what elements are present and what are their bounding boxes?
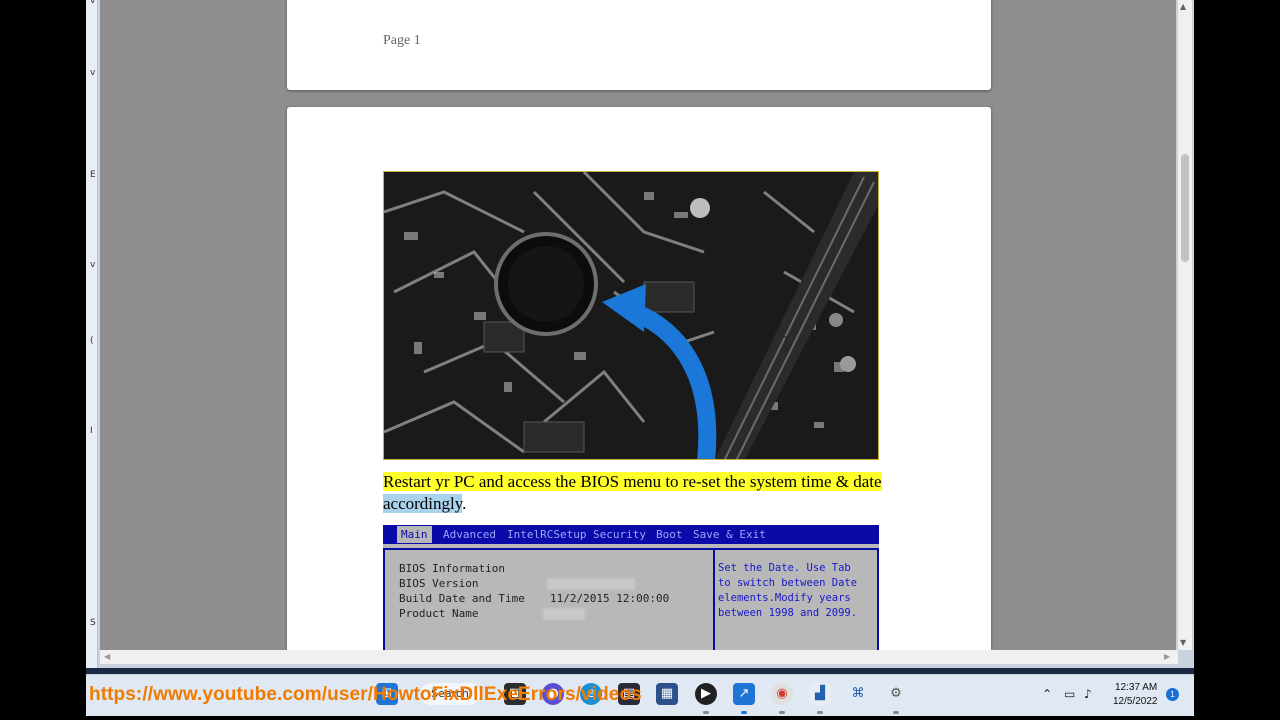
document-page-1: Page 1 xyxy=(287,0,991,90)
motherboard-illustration xyxy=(384,172,878,459)
build-date-label: Build Date and Time xyxy=(399,592,525,605)
help-text-line: between 1998 and 2099. xyxy=(718,607,858,619)
bios-screenshot: Main Advanced IntelRCSetup Security Boot… xyxy=(383,525,879,650)
blurred-value xyxy=(543,608,585,620)
highlighted-instruction-text: Restart yr PC and access the BIOS menu t… xyxy=(383,472,882,491)
strip-glyph: v xyxy=(90,260,96,270)
strip-glyph: v xyxy=(90,0,96,6)
scroll-up-icon[interactable]: ▲ xyxy=(1180,2,1186,11)
product-name-label: Product Name xyxy=(399,607,479,620)
running-indicator xyxy=(703,711,709,714)
help-text-line: Set the Date. Use Tab xyxy=(718,562,851,574)
document-canvas[interactable]: Page 1 Restart yr PC and access the BIOS… xyxy=(100,0,1176,650)
active-indicator xyxy=(741,711,747,714)
build-date-value: 11/2/2015 12:00:00 xyxy=(550,592,670,605)
bios-tab-main: Main xyxy=(397,526,432,543)
background-window-strip[interactable]: v v E v ( I S xyxy=(86,0,98,668)
strip-glyph: E xyxy=(90,170,96,180)
document-page-2: Restart yr PC and access the BIOS menu t… xyxy=(287,107,991,650)
network-icon[interactable]: ⌘ xyxy=(847,683,869,705)
chrome-icon[interactable]: ◉ xyxy=(771,683,793,705)
scroll-left-icon[interactable]: ◀ xyxy=(104,652,110,661)
scroll-right-icon[interactable]: ▶ xyxy=(1164,652,1170,661)
settings-icon[interactable]: ⚙ xyxy=(885,683,907,705)
help-text-line: to switch between Date xyxy=(718,577,858,589)
strip-glyph: ( xyxy=(90,336,94,346)
clock-time[interactable]: 12:37 AM xyxy=(1115,682,1157,693)
scroll-down-icon[interactable]: ▼ xyxy=(1180,638,1186,647)
vertical-scroll-thumb[interactable] xyxy=(1181,154,1189,262)
right-black-edge xyxy=(1194,0,1280,720)
device-icon[interactable]: ▭ xyxy=(1064,687,1075,701)
running-indicator xyxy=(893,711,899,714)
bios-tab-security: Security xyxy=(593,528,646,541)
strip-glyph: S xyxy=(90,618,96,628)
bios-info-label: BIOS Information xyxy=(399,562,505,575)
selected-word: accordingly xyxy=(383,494,463,513)
notification-badge[interactable]: 1 xyxy=(1166,688,1179,701)
bottom-black-edge xyxy=(86,716,1194,720)
store-icon[interactable]: ▦ xyxy=(656,683,678,705)
bios-info-pane: BIOS Information BIOS Version Build Date… xyxy=(383,548,715,650)
text-cursor-icon xyxy=(783,336,789,352)
bios-tab-boot: Boot xyxy=(656,528,683,541)
document-viewer-window: Page 1 Restart yr PC and access the BIOS… xyxy=(98,0,1194,668)
running-indicator xyxy=(779,711,785,714)
page-number-label: Page 1 xyxy=(383,33,421,48)
trailing-period: . xyxy=(462,494,467,513)
strip-glyph: I xyxy=(90,426,93,436)
horizontal-scrollbar[interactable]: ◀ ▶ xyxy=(100,650,1178,664)
running-indicator xyxy=(817,711,823,714)
screen: v v E v ( I S Page 1 Restart yr PC and a… xyxy=(0,0,1280,720)
motherboard-battery-photo xyxy=(383,171,879,460)
media-player-icon[interactable]: ▶ xyxy=(695,683,717,705)
bios-menubar: Main Advanced IntelRCSetup Security Boot… xyxy=(383,525,879,544)
blurred-value xyxy=(547,578,635,590)
bios-tab-save-exit: Save & Exit xyxy=(693,528,766,541)
help-text-line: elements.Modify years xyxy=(718,592,851,604)
bios-tab-advanced: Advanced xyxy=(443,528,496,541)
left-black-edge xyxy=(0,0,86,668)
strip-glyph: v xyxy=(90,68,96,78)
chevron-up-icon[interactable]: ⌃ xyxy=(1042,687,1052,701)
instruction-paragraph[interactable]: Restart yr PC and access the BIOS menu t… xyxy=(383,471,935,515)
volume-icon[interactable]: ♪ xyxy=(1084,687,1092,701)
stocks-icon[interactable]: ↗ xyxy=(733,683,755,705)
bios-version-label: BIOS Version xyxy=(399,577,479,590)
taskbar: ⊞ Search ▣ ● e ▤ ▦ ▶ ↗ ◉ ▟ ⌘ ⚙ https://w… xyxy=(86,674,1194,716)
youtube-url-overlay: https://www.youtube.com/user/HowtoFixDll… xyxy=(89,684,642,705)
bios-tab-intelrcsetup: IntelRCSetup xyxy=(507,528,587,541)
bios-help-pane: Set the Date. Use Tab to switch between … xyxy=(715,548,879,650)
resource-monitor-icon[interactable]: ▟ xyxy=(809,683,831,705)
vertical-scrollbar[interactable]: ▲ ▼ xyxy=(1178,0,1192,650)
clock-date[interactable]: 12/5/2022 xyxy=(1113,696,1158,707)
